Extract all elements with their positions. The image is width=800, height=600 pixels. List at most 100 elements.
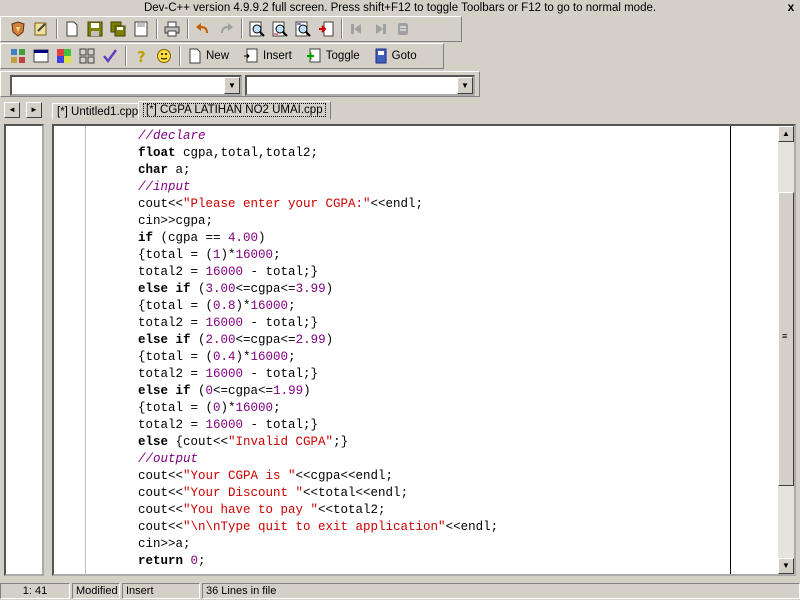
code-token: 2.00 (205, 333, 236, 347)
tab-untitled1[interactable]: [*] Untitled1.cpp (52, 103, 144, 120)
code-token: 16000 (235, 248, 274, 262)
code-token: //input (138, 180, 191, 194)
undo-button[interactable] (192, 18, 214, 40)
vertical-scrollbar[interactable]: ▲ ≡ ▼ (778, 126, 794, 574)
code-token: - total;} (243, 418, 319, 432)
chevron-down-icon[interactable]: ▼ (457, 77, 473, 94)
compile-run-button[interactable] (53, 45, 75, 67)
close-icon[interactable]: x (784, 1, 798, 14)
code-line[interactable]: total2 = 16000 - total;} (138, 264, 498, 281)
code-token: ; (273, 401, 281, 415)
rebuild-button[interactable] (76, 45, 98, 67)
code-line[interactable]: cout<<"Please enter your CGPA:"<<endl; (138, 196, 498, 213)
code-line[interactable]: else {cout<<"Invalid CGPA";} (138, 434, 498, 451)
print-button[interactable] (161, 18, 183, 40)
line-gutter[interactable] (54, 126, 86, 574)
run-button[interactable] (30, 45, 52, 67)
scroll-thumb[interactable]: ≡ (778, 192, 794, 486)
code-line[interactable]: //output (138, 451, 498, 468)
class-select[interactable]: ▼ (10, 75, 242, 96)
tool-options-button[interactable] (30, 18, 52, 40)
code-text[interactable]: //declare float cgpa,total,total2; char a;… (138, 128, 498, 570)
code-token: )* (220, 401, 236, 415)
code-line[interactable]: {total = (0)*16000; (138, 400, 498, 417)
tab-scroll-left-button[interactable]: ◄ (4, 102, 20, 118)
code-line[interactable]: cout<<"\n\nType quit to exit application… (138, 519, 498, 536)
code-token: {total = ( (138, 401, 214, 415)
new-file-button[interactable] (61, 18, 83, 40)
save-all-icon (110, 21, 126, 37)
find-next-button[interactable] (292, 18, 314, 40)
code-line[interactable]: total2 = 16000 - total;} (138, 417, 498, 434)
redo-button[interactable] (215, 18, 237, 40)
find-button[interactable] (246, 18, 268, 40)
scroll-down-button[interactable]: ▼ (778, 558, 794, 574)
next-page-button[interactable] (369, 18, 391, 40)
tab-scroll-right-button[interactable]: ► (26, 102, 42, 118)
cursor-position: 1: 41 (0, 583, 70, 599)
insert-label: Insert (263, 50, 292, 62)
code-line[interactable]: cin>>cgpa; (138, 213, 498, 230)
goto-line-icon (319, 21, 334, 37)
new-class-button[interactable]: New (184, 45, 233, 67)
code-line[interactable]: cout<<"Your CGPA is "<<cgpa<<endl; (138, 468, 498, 485)
code-line[interactable]: else if (2.00<=cgpa<=2.99) (138, 332, 498, 349)
toggle-bookmark-button[interactable]: Toggle (302, 45, 364, 67)
code-line[interactable]: return 0; (138, 553, 498, 570)
code-line[interactable]: char a; (138, 162, 498, 179)
prev-page-button[interactable] (346, 18, 368, 40)
remove-button[interactable] (392, 18, 414, 40)
code-line[interactable]: //input (138, 179, 498, 196)
code-token: else if (138, 384, 191, 398)
code-token: "\n\nType quit to exit application" (183, 520, 446, 534)
code-token: - total;} (243, 316, 319, 330)
code-token: ( (190, 282, 206, 296)
code-line[interactable]: {total = (0.8)*16000; (138, 298, 498, 315)
code-token: {total = ( (138, 248, 214, 262)
code-token: total2 = (138, 316, 206, 330)
window-title-bar: Dev-C++ version 4.9.9.2 full screen. Pre… (0, 0, 800, 16)
code-line[interactable]: total2 = 16000 - total;} (138, 366, 498, 383)
insert-button[interactable]: Insert (239, 45, 296, 67)
help-button[interactable]: ? (130, 45, 152, 67)
code-token: <=cgpa<= (235, 282, 296, 296)
tab-cgpa-file[interactable]: [*] CGPA LATIHAN NO2 UMAI.cpp (138, 101, 331, 120)
code-line[interactable]: {total = (1)*16000; (138, 247, 498, 264)
code-line[interactable]: {total = (0.4)*16000; (138, 349, 498, 366)
code-line[interactable]: else if (0<=cgpa<=1.99) (138, 383, 498, 400)
code-token: )* (235, 350, 251, 364)
save-button[interactable] (84, 18, 106, 40)
member-select[interactable]: ▼ (245, 75, 475, 96)
code-editor[interactable]: //declare float cgpa,total,total2; char a;… (52, 124, 796, 576)
code-token: {total = ( (138, 299, 214, 313)
about-button[interactable] (153, 45, 175, 67)
compile-button[interactable] (7, 45, 29, 67)
code-line[interactable]: cout<<"Your Discount "<<total<<endl; (138, 485, 498, 502)
code-line[interactable]: cin>>a; (138, 536, 498, 553)
project-browser-panel[interactable] (4, 124, 44, 576)
check-syntax-button[interactable] (99, 45, 121, 67)
list-icon (398, 23, 408, 35)
code-token: //output (138, 452, 199, 466)
save-all-button[interactable] (107, 18, 129, 40)
replace-icon (272, 21, 288, 37)
code-token: total2 = (138, 265, 206, 279)
close-file-button[interactable] (130, 18, 152, 40)
code-line[interactable]: //declare (138, 128, 498, 145)
code-line[interactable]: total2 = 16000 - total;} (138, 315, 498, 332)
arrow-right-icon (376, 24, 386, 34)
scroll-up-button[interactable]: ▲ (778, 126, 794, 142)
goto-line-button[interactable] (315, 18, 337, 40)
code-line[interactable]: else if (3.00<=cgpa<=3.99) (138, 281, 498, 298)
replace-button[interactable] (269, 18, 291, 40)
chevron-down-icon[interactable]: ▼ (224, 77, 240, 94)
code-line[interactable]: cout<<"You have to pay "<<total2; (138, 502, 498, 519)
code-line[interactable]: if (cgpa == 4.00) (138, 230, 498, 247)
code-token: <=cgpa<= (235, 333, 296, 347)
printer-icon (164, 21, 180, 37)
goto-bookmark-button[interactable]: Goto (370, 45, 421, 67)
project-options-button[interactable] (7, 18, 29, 40)
code-token: 16000 (250, 350, 289, 364)
code-line[interactable]: float cgpa,total,total2; (138, 145, 498, 162)
